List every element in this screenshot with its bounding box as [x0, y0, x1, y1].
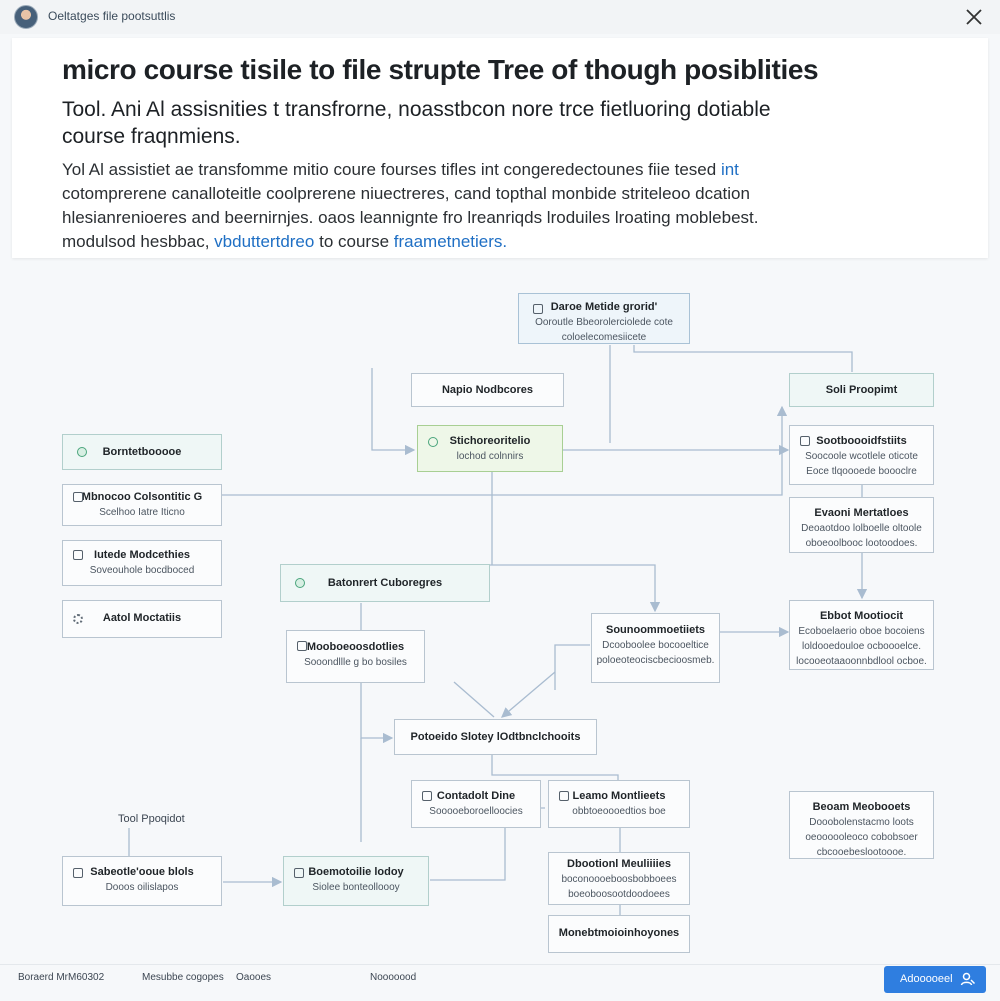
node-subtitle-2: boeoboosootdoodoees: [568, 889, 670, 900]
node-title: Daroe Metide grorid': [550, 301, 658, 313]
connector-2: [633, 345, 853, 372]
node-subtitle-2: oboeoolbooc lootoodoes.: [805, 538, 918, 549]
node-subtitle: Sooooeboroelloocies: [429, 806, 523, 817]
circle-icon: [77, 447, 87, 457]
node-subtitle: lochod colnnirs: [456, 451, 524, 462]
circle-icon: [428, 437, 438, 447]
square-icon: [559, 791, 569, 801]
node-title: Sabeotle'ooue blols: [90, 866, 194, 878]
connector-13: [501, 671, 556, 718]
tree-node-dbootionl[interactable]: Dbootionl Meuliiiies boconoooeboosbobboe…: [548, 852, 690, 905]
square-icon: [533, 304, 543, 314]
node-title: Potoeido Slotey lOdtbnclchooits: [410, 731, 581, 743]
action-button[interactable]: Adooooeel: [884, 966, 986, 993]
node-title: Stichoreoritelio: [449, 435, 531, 447]
node-subtitle: Dooos oilislapos: [105, 882, 179, 893]
node-title: Mooboeoosdotlies: [306, 641, 405, 653]
user-search-icon: [960, 972, 976, 986]
node-subtitle-2: coloelecomesiicete: [561, 332, 647, 343]
node-subtitle-2: Eoce tlqoooede boooclre: [806, 466, 917, 477]
tool-prompt-label: Tool Ppoqidot: [118, 813, 185, 825]
tree-node-evaoni[interactable]: Evaoni Mertatloes Deoaotdoo lolboelle ol…: [789, 497, 934, 553]
node-subtitle: Dooobolenstacmo loots: [809, 817, 914, 828]
tree-node-potoeido-slotey[interactable]: Potoeido Slotey lOdtbnclchooits: [394, 719, 597, 755]
square-icon: [422, 791, 432, 801]
node-title: Sounoommoetiiets: [605, 624, 705, 636]
square-icon: [294, 868, 304, 878]
node-subtitle: Ooroutle Bbeorolerciolede cote: [535, 317, 673, 328]
square-icon: [73, 492, 83, 502]
connector-12: [453, 681, 495, 718]
tree-node-borntetbooooe[interactable]: Borntetbooooe: [62, 434, 222, 470]
node-subtitle-3: cbcooebeslootoooe.: [816, 847, 907, 858]
tree-node-aatol[interactable]: Aatol Moctatiis: [62, 600, 222, 638]
node-subtitle-2: loldooedouloe ocboooelce.: [802, 641, 921, 652]
node-title: Mbnocoo Colsontitic G: [81, 491, 203, 503]
node-subtitle: boconoooeboosbobboees: [561, 874, 677, 885]
node-title: Evaoni Mertatloes: [814, 507, 909, 519]
node-title: Aatol Moctatiis: [102, 612, 182, 624]
tree-node-batonrert[interactable]: Batonrert Cuboregres: [280, 564, 490, 602]
circle-icon: [295, 578, 305, 588]
square-icon: [800, 436, 810, 446]
footer-link-2[interactable]: Oaooes: [236, 972, 271, 983]
footer-status: Boraerd MrM60302: [18, 972, 105, 983]
node-subtitle: Soveouhole bocdboced: [89, 565, 195, 576]
gear-icon: [73, 614, 83, 624]
node-title: Napio Nodbcores: [441, 384, 534, 396]
connector-3: [371, 368, 416, 456]
node-title: Sootboooidfstiits: [816, 435, 907, 447]
node-subtitle-3: oboobiooocoooe: [549, 902, 689, 904]
tree-node-contadolt[interactable]: Contadolt Dine Sooooeboroelloocies: [411, 780, 541, 828]
tree-node-boemotoilie[interactable]: Boemotoilie lodoy Siolee bonteolloooy: [283, 856, 429, 906]
square-icon: [297, 641, 307, 651]
tree-node-sabeotle[interactable]: Sabeotle'ooue blols Dooos oilislapos: [62, 856, 222, 906]
node-title: Monebtmoioinhoyones: [558, 927, 680, 939]
tree-node-sounoommoetiiets[interactable]: Sounoommoetiiets Dcooboolee bocooeltice …: [591, 613, 720, 683]
node-subtitle-3: locooeotaaoonnbdlool ocboe.: [796, 656, 927, 667]
node-title: Soli Proopimt: [825, 384, 898, 396]
node-subtitle: Soocoole wcotlele oticote: [805, 451, 918, 462]
tree-node-monebtmoioinhoyones[interactable]: Monebtmoioinhoyones: [548, 915, 690, 953]
connector-11: [554, 644, 590, 690]
footer-link-3[interactable]: Nooooood: [370, 972, 416, 983]
node-subtitle: Deoaotdoo lolboelle oltoole: [801, 523, 922, 534]
node-title: Batonrert Cuboregres: [327, 577, 443, 589]
connector-9: [490, 564, 661, 613]
node-subtitle: obbtoeoooedtios boe: [572, 806, 666, 817]
node-subtitle-2: poloeoteociscbecioosmeb.: [596, 655, 715, 666]
tree-node-daroe-metide[interactable]: Daroe Metide grorid' Ooroutle Bbeorolerc…: [518, 293, 690, 344]
node-title: Iutede Modcethies: [94, 549, 190, 561]
node-title: Beoam Meobooets: [812, 801, 911, 813]
node-subtitle: Siolee bonteolloooy: [312, 882, 400, 893]
tree-node-iutede[interactable]: Iutede Modcethies Soveouhole bocdboced: [62, 540, 222, 586]
square-icon: [73, 550, 83, 560]
tree-node-napio[interactable]: Napio Nodbcores: [411, 373, 564, 407]
square-icon: [73, 868, 83, 878]
node-title: Leamo Montlieets: [572, 790, 666, 802]
tree-node-leamo[interactable]: Leamo Montlieets obbtoeoooedtios boe: [548, 780, 690, 828]
tree-node-sootboooidfstiits[interactable]: Sootboooidfstiits Soocoole wcotlele otic…: [789, 425, 934, 485]
tree-node-mbnocoo[interactable]: Mbnocoo Colsontitic G Scelhoo Iatre Itic…: [62, 484, 222, 526]
node-subtitle: Dcooboolee bocooeltice: [602, 640, 709, 651]
node-subtitle: Scelhoo Iatre Iticno: [99, 507, 185, 518]
node-title: Ebbot Mootiocit: [819, 610, 904, 622]
node-subtitle: Ecoboelaerio oboe bocoiens: [798, 626, 925, 637]
node-subtitle-2: oeoooooleoco cobobsoer: [805, 832, 918, 843]
tree-node-beoam[interactable]: Beoam Meobooets Dooobolenstacmo loots oe…: [789, 791, 934, 859]
footer-link-1[interactable]: Mesubbe cogopes: [142, 972, 224, 983]
connector-16: [491, 755, 619, 780]
tree-node-soli-proopimt[interactable]: Soli Proopimt: [789, 373, 934, 407]
action-button-label: Adooooeel: [900, 973, 953, 985]
tree-node-ebbot[interactable]: Ebbot Mootiocit Ecoboelaerio oboe bocoie…: [789, 600, 934, 670]
tree-node-mooboeoosdotlies[interactable]: Mooboeoosdotlies Sooondllle g bo bosiles: [286, 630, 425, 683]
node-subtitle: Sooondllle g bo bosiles: [304, 657, 407, 668]
node-title: Dbootionl Meuliiiies: [567, 858, 671, 870]
tree-node-root[interactable]: Stichoreoritelio lochod colnnirs: [417, 425, 563, 472]
node-title: Boemotoilie lodoy: [308, 866, 404, 878]
